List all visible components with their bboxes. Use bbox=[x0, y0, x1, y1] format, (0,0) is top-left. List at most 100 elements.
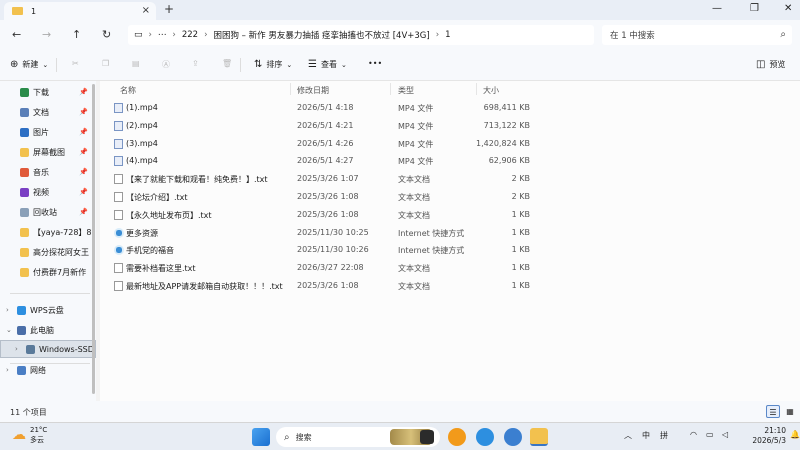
tab-active[interactable]: 1 × bbox=[4, 2, 156, 20]
file-name: 【论坛介绍】.txt bbox=[126, 193, 188, 202]
address-segment[interactable]: 222 bbox=[182, 30, 198, 40]
sidebar-item[interactable]: 音乐 📌 bbox=[0, 163, 96, 181]
column-header-type[interactable]: 类型 bbox=[398, 85, 414, 96]
preview-button[interactable]: ◫ 预览 bbox=[756, 59, 785, 70]
ime-pinyin[interactable]: 拼 bbox=[660, 430, 668, 441]
sidebar-item[interactable]: 【yaya-728】8. bbox=[0, 223, 96, 241]
tab-close-button[interactable]: × bbox=[142, 5, 150, 16]
file-explorer-icon[interactable] bbox=[530, 428, 548, 446]
battery-icon[interactable]: ▭ bbox=[706, 430, 714, 439]
file-date: 2025/11/30 10:26 bbox=[297, 245, 369, 255]
table-row[interactable]: 需要补档看这里.txt 2026/3/27 22:08 文本文档 1 KB bbox=[110, 259, 540, 277]
share-icon[interactable]: ⇪ bbox=[192, 59, 199, 68]
sort-button[interactable]: ⇅ 排序 ⌄ bbox=[254, 59, 292, 70]
sidebar-item[interactable]: 图片 📌 bbox=[0, 123, 96, 141]
folder-icon bbox=[20, 207, 29, 217]
table-row[interactable]: 手机党的福音 2025/11/30 10:26 Internet 快捷方式 1 KB bbox=[110, 241, 540, 259]
chevron-down-icon[interactable]: ⌄ bbox=[6, 326, 12, 334]
chevron-right-icon[interactable]: › bbox=[6, 306, 12, 314]
file-name: 更多资源 bbox=[126, 228, 158, 238]
app-orange-icon[interactable] bbox=[448, 428, 466, 446]
sidebar-scrollbar[interactable] bbox=[92, 84, 95, 394]
chevron-right-icon[interactable]: › bbox=[15, 345, 21, 353]
new-tab-button[interactable]: + bbox=[164, 2, 174, 16]
up-arrow-icon[interactable]: ↑ bbox=[72, 28, 81, 41]
file-name: 【来了就能下载和观看！纯免费！】.txt bbox=[126, 175, 268, 185]
app-circles-icon[interactable] bbox=[504, 428, 522, 446]
file-name: (4).mp4 bbox=[126, 156, 158, 166]
sidebar-item[interactable]: 付费群7月新作 bbox=[0, 263, 96, 281]
chevron-up-icon[interactable]: ︿ bbox=[624, 430, 632, 441]
chevron-down-icon: ⌄ bbox=[286, 60, 293, 69]
notification-bell-icon[interactable]: 🔔 bbox=[790, 430, 800, 439]
task-view-icon[interactable] bbox=[420, 430, 434, 444]
sidebar-item[interactable]: 屏幕截图 📌 bbox=[0, 143, 96, 161]
refresh-icon[interactable]: ↻ bbox=[102, 28, 111, 41]
table-row[interactable]: 【来了就能下载和观看！纯免费！】.txt 2025/3/26 1:07 文本文档 2 … bbox=[110, 170, 540, 188]
tiles-view-icon[interactable]: ▦ bbox=[783, 405, 797, 418]
view-icon: ☰ bbox=[308, 59, 317, 70]
column-header-name[interactable]: 名称 bbox=[120, 85, 136, 96]
monitor-icon: ▭ bbox=[134, 30, 143, 40]
sidebar-item[interactable]: 回收站 📌 bbox=[0, 203, 96, 221]
maximize-button[interactable]: ❐ bbox=[750, 3, 759, 14]
table-row[interactable]: (2).mp4 2026/5/1 4:21 MP4 文件 713,122 KB bbox=[110, 117, 540, 135]
close-window-button[interactable]: ✕ bbox=[784, 3, 792, 14]
volume-icon[interactable]: ◁ bbox=[722, 430, 728, 439]
weather-widget[interactable]: ☁ 21°C 多云 bbox=[12, 425, 47, 445]
column-header-date[interactable]: 修改日期 bbox=[297, 85, 329, 96]
table-row[interactable]: 最新地址及APP请发邮箱自动获取！！！.txt 2025/3/26 1:08 文本文… bbox=[110, 277, 540, 295]
table-row[interactable]: 【论坛介绍】.txt 2025/3/26 1:08 文本文档 2 KB bbox=[110, 188, 540, 206]
sidebar-item[interactable]: 视频 📌 bbox=[0, 183, 96, 201]
ime-mode[interactable]: 中 bbox=[642, 430, 650, 441]
details-view-icon[interactable]: ☰ bbox=[766, 405, 780, 418]
file-name: (3).mp4 bbox=[126, 138, 158, 148]
sidebar-tree-label: Windows-SSD bbox=[39, 344, 94, 354]
copy-icon[interactable]: ❐ bbox=[102, 59, 109, 68]
sidebar-item[interactable]: 高分探花阿女王 bbox=[0, 243, 96, 261]
file-name: 手机党的福音 bbox=[126, 246, 174, 256]
address-segment[interactable]: 1 bbox=[445, 30, 450, 40]
title-bar: 1 × + — ❐ ✕ bbox=[0, 0, 800, 20]
table-row[interactable]: (1).mp4 2026/5/1 4:18 MP4 文件 698,411 KB bbox=[110, 99, 540, 117]
file-type: 文本文档 bbox=[398, 175, 430, 185]
sidebar-item[interactable]: 文档 📌 bbox=[0, 103, 96, 121]
taskbar-search[interactable]: ⌕ 搜索 bbox=[276, 427, 440, 447]
rename-icon[interactable]: Ⓐ bbox=[162, 59, 170, 70]
browser-icon[interactable] bbox=[476, 428, 494, 446]
table-row[interactable]: (4).mp4 2026/5/1 4:27 MP4 文件 62,906 KB bbox=[110, 152, 540, 170]
table-row[interactable]: 更多资源 2025/11/30 10:25 Internet 快捷方式 1 KB bbox=[110, 224, 540, 242]
chevron-right-icon[interactable]: › bbox=[6, 366, 12, 374]
forward-arrow-icon[interactable]: → bbox=[42, 28, 51, 41]
back-arrow-icon[interactable]: ← bbox=[12, 28, 21, 41]
file-size: 1 KB bbox=[511, 245, 530, 255]
paste-icon[interactable]: ▤ bbox=[132, 59, 140, 68]
view-button[interactable]: ☰ 查看 ⌄ bbox=[308, 59, 347, 70]
address-bar[interactable]: ▭ › ⋯ › 222 › 困困狗 – 新作 男友暴力抽插 痉挛抽搐也不放过 [… bbox=[128, 25, 594, 45]
new-button[interactable]: ⊕ 新建 ⌄ bbox=[10, 59, 48, 70]
delete-icon[interactable]: 🗑 bbox=[222, 59, 232, 68]
clock[interactable]: 21:10 2026/5/3 bbox=[740, 426, 786, 446]
table-row[interactable]: 【永久地址发布页】.txt 2025/3/26 1:08 文本文档 1 KB bbox=[110, 206, 540, 224]
file-name: (2).mp4 bbox=[126, 120, 158, 130]
table-row[interactable]: (3).mp4 2026/5/1 4:26 MP4 文件 1,420,824 KB bbox=[110, 135, 540, 153]
start-windows-icon[interactable] bbox=[252, 428, 270, 446]
sidebar-tree-item[interactable]: ⌄ 此电脑 bbox=[0, 321, 96, 339]
sidebar-tree-item[interactable]: › WPS云盘 bbox=[0, 301, 96, 319]
sidebar-tree-item[interactable]: › Windows-SSD bbox=[0, 340, 96, 358]
file-type: MP4 文件 bbox=[398, 104, 434, 113]
sidebar-item[interactable]: 下载 📌 bbox=[0, 83, 96, 101]
folder-icon bbox=[20, 147, 29, 157]
search-input[interactable]: 在 1 中搜索 ⌕ bbox=[602, 25, 792, 45]
cut-icon[interactable]: ✂ bbox=[72, 59, 79, 68]
divider bbox=[476, 83, 477, 95]
column-header-size[interactable]: 大小 bbox=[483, 85, 499, 96]
address-segment[interactable]: 困困狗 – 新作 男友暴力抽插 痉挛抽搐也不放过 [4V+3G] bbox=[213, 29, 429, 41]
more-options-button[interactable]: ••• bbox=[368, 59, 382, 68]
sidebar-item-label: 付费群7月新作 bbox=[33, 267, 87, 277]
wifi-icon[interactable]: ◠ bbox=[690, 430, 697, 439]
minimize-button[interactable]: — bbox=[712, 3, 722, 14]
folder-icon bbox=[20, 247, 29, 257]
address-more[interactable]: ⋯ bbox=[158, 30, 167, 40]
file-date: 2025/3/26 1:08 bbox=[297, 209, 359, 219]
